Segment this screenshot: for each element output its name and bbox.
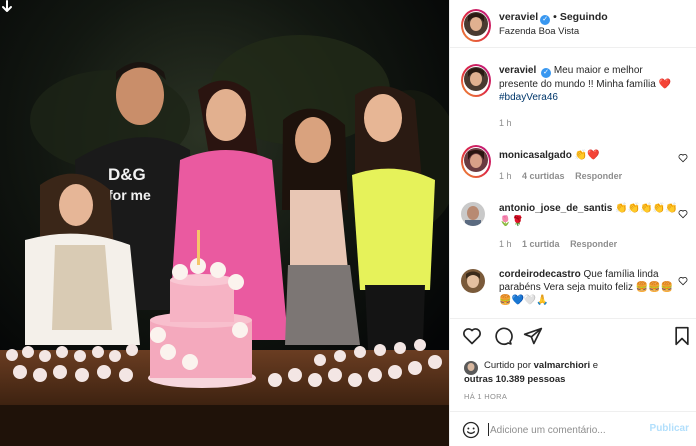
reply-button[interactable]: Responder	[575, 171, 622, 181]
post-side-panel: veraviel ✓ • Seguindo Fazenda Boa Vista ver…	[449, 0, 696, 446]
heart-icon[interactable]	[678, 276, 688, 286]
comment-item: monicasalgado 👏❤️ 1 h 4 curtidas Respond…	[461, 145, 691, 183]
comment-item: cordeirodecastro Que família linda parab…	[461, 268, 691, 318]
comment-time: 1 h	[499, 239, 512, 249]
comment-text-block: cordeirodecastro Que família linda parab…	[499, 268, 679, 307]
download-arrow-icon[interactable]	[0, 0, 14, 14]
author-username[interactable]: veraviel	[499, 11, 538, 23]
heart-icon[interactable]	[678, 153, 688, 163]
post-location[interactable]: Fazenda Boa Vista	[499, 26, 579, 37]
reply-button[interactable]: Responder	[570, 239, 617, 249]
liked-by-others[interactable]: outras 10.389 pessoas	[464, 373, 598, 387]
post-actions-section: Curtido por valmarchiori e outras 10.389…	[450, 318, 696, 446]
caption-avatar[interactable]	[464, 67, 488, 91]
caption-text-block: veraviel ✓ Meu maior e melhor presente d…	[499, 64, 679, 104]
comment-time: 1 h	[499, 171, 512, 181]
comment-text: 👏❤️	[574, 150, 600, 161]
comment-username[interactable]: cordeirodecastro	[499, 269, 581, 280]
author-avatar-ring[interactable]	[461, 9, 491, 42]
liked-by-line: Curtido por valmarchiori e outras 10.389…	[464, 359, 598, 387]
comment-input[interactable]	[490, 422, 640, 438]
author-avatar[interactable]	[464, 12, 488, 36]
verified-badge-icon: ✓	[541, 68, 552, 78]
comment-meta: 1 h 1 curtida Responder	[499, 239, 625, 249]
comment-text-block: monicasalgado 👏❤️	[499, 149, 679, 162]
publish-button[interactable]: Publicar	[650, 423, 689, 434]
caption-meta: 1 h	[499, 118, 520, 128]
commenter-avatar-ring[interactable]	[461, 145, 491, 178]
comment-bubble-icon[interactable]	[493, 326, 513, 346]
post-photo[interactable]: D&G for me	[0, 0, 449, 446]
comment-meta: 1 h 4 curtidas Responder	[499, 171, 630, 181]
author-header-line: veraviel ✓ • Seguindo	[499, 11, 608, 25]
add-comment-bar: Publicar	[450, 411, 696, 446]
comment-likes-count[interactable]: 1 curtida	[522, 239, 560, 249]
caption-avatar-ring[interactable]	[461, 64, 491, 97]
liked-by-connector: e	[592, 360, 599, 371]
comment-likes-count[interactable]: 4 curtidas	[522, 171, 565, 181]
bookmark-icon[interactable]	[672, 326, 692, 346]
liker-avatar[interactable]	[464, 361, 478, 375]
post-timestamp[interactable]: HÁ 1 HORA	[464, 392, 507, 401]
family-photo-illustration: D&G for me	[0, 0, 449, 446]
caption-time: 1 h	[499, 118, 512, 128]
text-cursor	[488, 423, 489, 436]
comments-list[interactable]: veraviel ✓ Meu maior e melhor presente d…	[450, 48, 696, 318]
caption-item: veraviel ✓ Meu maior e melhor presente d…	[461, 64, 691, 134]
verified-badge-icon: ✓	[540, 15, 551, 25]
separator-dot: •	[553, 11, 557, 23]
post-header: veraviel ✓ • Seguindo Fazenda Boa Vista	[450, 0, 696, 48]
liked-by-user[interactable]: valmarchiori	[534, 360, 591, 371]
comment-username[interactable]: monicasalgado	[499, 150, 572, 161]
liked-by-text: Curtido por valmarchiori e	[484, 359, 598, 373]
commenter-avatar[interactable]	[461, 202, 485, 226]
caption-hashtag[interactable]: #bdayVera46	[499, 92, 558, 103]
following-button[interactable]: Seguindo	[560, 11, 608, 23]
commenter-avatar[interactable]	[464, 148, 488, 172]
commenter-avatar[interactable]	[461, 269, 485, 293]
svg-text:for me: for me	[108, 187, 151, 203]
paper-plane-icon[interactable]	[523, 326, 543, 346]
svg-text:D&G: D&G	[108, 165, 146, 184]
comment-text-block: antonio_jose_de_santis 👏👏👏👏👏🌷🌹	[499, 202, 679, 228]
liked-by-prefix: Curtido por	[484, 360, 531, 371]
comment-username[interactable]: antonio_jose_de_santis	[499, 203, 612, 214]
caption-username[interactable]: veraviel	[499, 65, 536, 76]
comment-item: antonio_jose_de_santis 👏👏👏👏👏🌷🌹 1 h 1 cur…	[461, 201, 691, 249]
smiley-icon[interactable]	[462, 421, 480, 439]
heart-icon[interactable]	[678, 209, 688, 219]
heart-icon[interactable]	[462, 326, 482, 346]
